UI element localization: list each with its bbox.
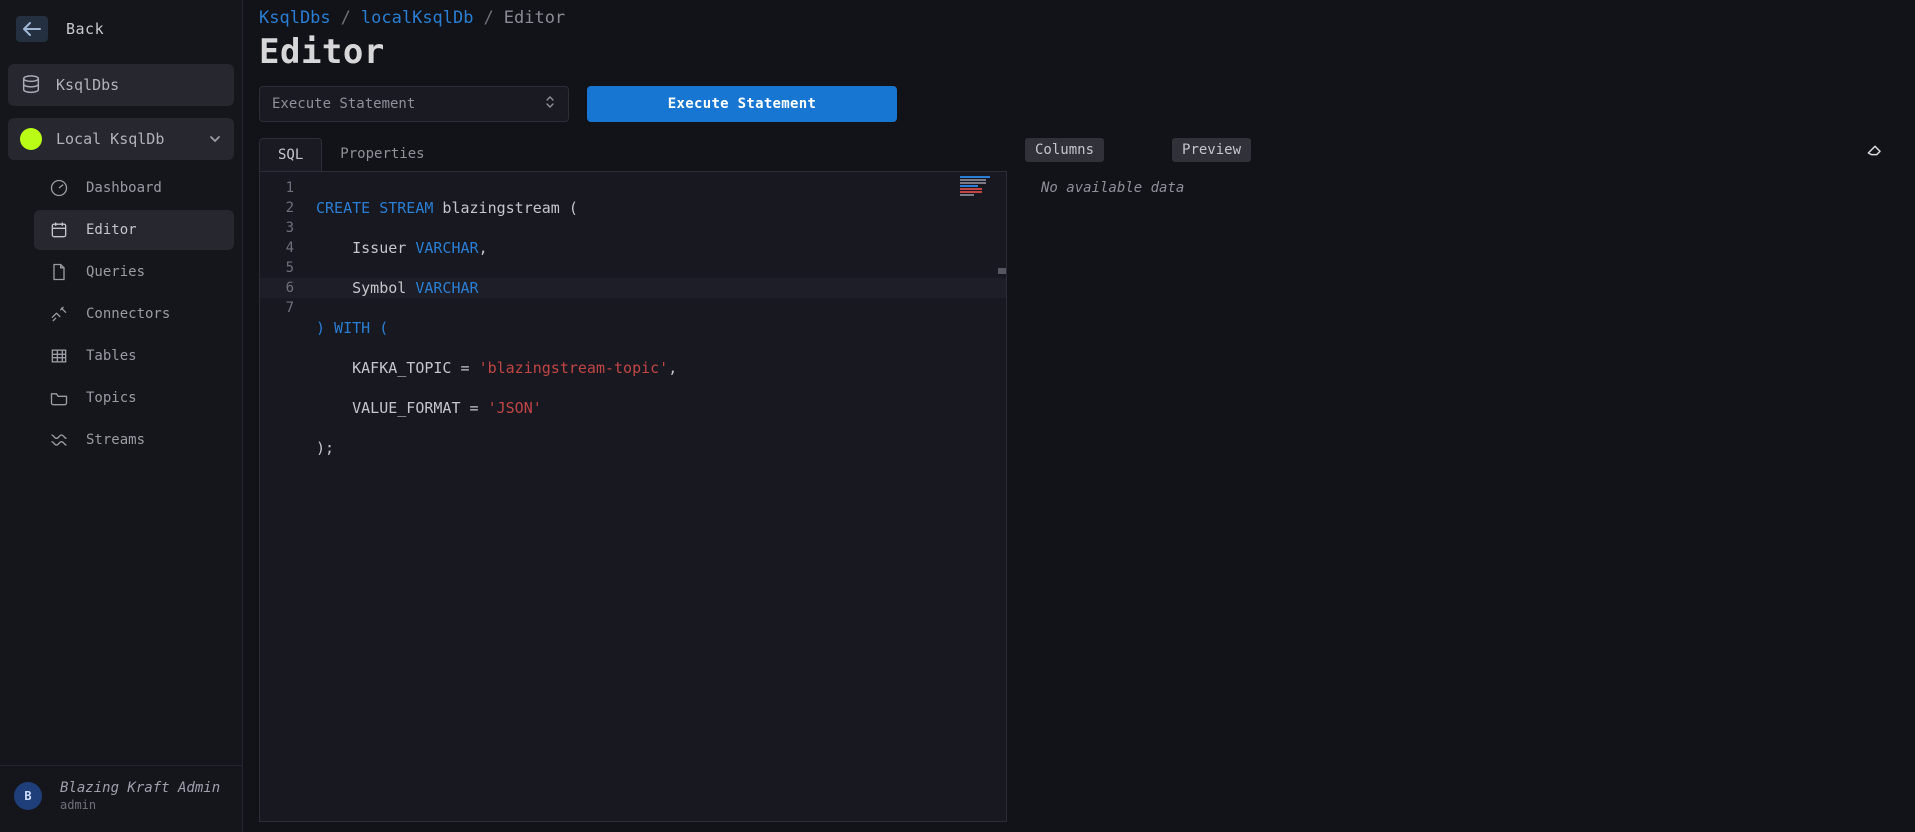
sidebar-item-label: Tables — [86, 348, 137, 364]
sidebar-item-label: Topics — [86, 390, 137, 406]
footer-name: Blazing Kraft Admin — [60, 780, 220, 796]
breadcrumb-current: Editor — [504, 8, 565, 28]
gauge-icon — [48, 178, 70, 198]
sidebar-item-queries[interactable]: Queries — [34, 252, 234, 292]
line-number: 6 — [260, 278, 294, 298]
code-editor[interactable]: 1 2 3 4 5 6 7 CREATE STREAM blazingstrea… — [259, 171, 1007, 822]
tok: VARCHAR — [415, 239, 478, 257]
workspace: SQL Properties 1 2 3 4 5 6 7 CREATE STRE… — [259, 138, 1885, 822]
folder-icon — [48, 388, 70, 408]
preview-badge[interactable]: Preview — [1172, 138, 1251, 162]
execute-statement-button[interactable]: Execute Statement — [587, 86, 897, 122]
back-label: Back — [66, 20, 104, 38]
arrow-left-icon — [23, 22, 41, 36]
tok: ) — [316, 319, 325, 337]
sidebar-item-streams[interactable]: Streams — [34, 420, 234, 460]
no-data-message: No available data — [1025, 176, 1885, 196]
tok: , — [668, 359, 677, 377]
tok: ); — [316, 439, 334, 457]
avatar-initial: B — [24, 789, 31, 803]
line-number: 5 — [260, 258, 294, 278]
line-number: 2 — [260, 198, 294, 218]
breadcrumb-localksqldb[interactable]: localKsqlDb — [361, 8, 474, 28]
tok: STREAM — [379, 199, 433, 217]
sidebar-footer: B Blazing Kraft Admin admin — [0, 765, 242, 832]
status-dot-icon — [20, 128, 42, 150]
stream-icon — [48, 430, 70, 450]
line-gutter: 1 2 3 4 5 6 7 — [260, 172, 304, 821]
back-button[interactable] — [16, 16, 48, 42]
sub-nav: Dashboard Editor Queries Connectors Tabl… — [34, 166, 242, 462]
chevron-down-icon — [208, 132, 222, 146]
tok: , — [479, 239, 488, 257]
tab-sql[interactable]: SQL — [259, 138, 322, 171]
select-caret-icon — [544, 94, 556, 114]
eraser-icon[interactable] — [1865, 138, 1885, 162]
tok: Issuer — [316, 239, 415, 257]
tab-label: Properties — [340, 146, 424, 162]
line-number: 4 — [260, 238, 294, 258]
sidebar-item-connectors[interactable]: Connectors — [34, 294, 234, 334]
tok: 'JSON' — [488, 399, 542, 417]
breadcrumb: KsqlDbs / localKsqlDb / Editor — [259, 8, 1885, 28]
minimap[interactable] — [960, 176, 1000, 197]
results-head: Columns Preview — [1025, 138, 1885, 176]
tab-properties[interactable]: Properties — [322, 138, 442, 171]
tok: 'blazingstream-topic' — [479, 359, 669, 377]
nav-ksqldbs-label: KsqlDbs — [56, 76, 119, 94]
sidebar-item-label: Queries — [86, 264, 145, 280]
tok: VARCHAR — [415, 279, 478, 297]
editor-pane: SQL Properties 1 2 3 4 5 6 7 CREATE STRE… — [259, 138, 1007, 822]
columns-badge[interactable]: Columns — [1025, 138, 1104, 162]
sidebar: Back KsqlDbs Local KsqlDb Dashboard Edit… — [0, 0, 243, 832]
footer-text: Blazing Kraft Admin admin — [60, 780, 220, 812]
nav-cluster[interactable]: Local KsqlDb — [8, 118, 234, 160]
page-title: Editor — [259, 32, 1885, 72]
back-row: Back — [0, 0, 242, 58]
table-icon — [48, 346, 70, 366]
footer-role: admin — [60, 798, 220, 812]
results-pane: Columns Preview No available data — [1025, 138, 1885, 822]
sidebar-item-label: Connectors — [86, 306, 170, 322]
execute-button-label: Execute Statement — [668, 96, 816, 112]
sidebar-item-tables[interactable]: Tables — [34, 336, 234, 376]
breadcrumb-ksqldbs[interactable]: KsqlDbs — [259, 8, 331, 28]
sidebar-item-label: Streams — [86, 432, 145, 448]
database-icon — [20, 74, 42, 96]
tok: Symbol — [316, 279, 415, 297]
code-content: CREATE STREAM blazingstream ( Issuer VAR… — [316, 178, 1000, 498]
tok: KAFKA_TOPIC = — [316, 359, 479, 377]
tok: VALUE_FORMAT = — [316, 399, 488, 417]
sidebar-item-topics[interactable]: Topics — [34, 378, 234, 418]
sidebar-item-dashboard[interactable]: Dashboard — [34, 168, 234, 208]
sidebar-item-label: Dashboard — [86, 180, 162, 196]
breadcrumb-sep: / — [341, 8, 351, 28]
main: KsqlDbs / localKsqlDb / Editor Editor Ex… — [243, 0, 1915, 832]
tab-label: SQL — [278, 147, 303, 163]
sidebar-item-editor[interactable]: Editor — [34, 210, 234, 250]
tok: CREATE — [316, 199, 370, 217]
line-number: 3 — [260, 218, 294, 238]
calendar-icon — [48, 220, 70, 240]
nav-ksqldbs[interactable]: KsqlDbs — [8, 64, 234, 106]
select-label: Execute Statement — [272, 96, 415, 112]
avatar[interactable]: B — [14, 782, 42, 810]
sidebar-item-label: Editor — [86, 222, 137, 238]
statement-type-select[interactable]: Execute Statement — [259, 86, 569, 122]
tok: WITH — [325, 319, 379, 337]
editor-tabs: SQL Properties — [259, 138, 1007, 171]
breadcrumb-sep: / — [484, 8, 494, 28]
line-number: 1 — [260, 178, 294, 198]
line-number: 7 — [260, 298, 294, 318]
plug-icon — [48, 304, 70, 324]
toolbar: Execute Statement Execute Statement — [259, 86, 1885, 122]
tok: blazingstream ( — [433, 199, 578, 217]
tok: ( — [379, 319, 388, 337]
overview-mark — [998, 268, 1006, 274]
nav-cluster-label: Local KsqlDb — [56, 130, 164, 148]
overview-ruler[interactable] — [998, 172, 1006, 821]
sql-file-icon — [48, 262, 70, 282]
